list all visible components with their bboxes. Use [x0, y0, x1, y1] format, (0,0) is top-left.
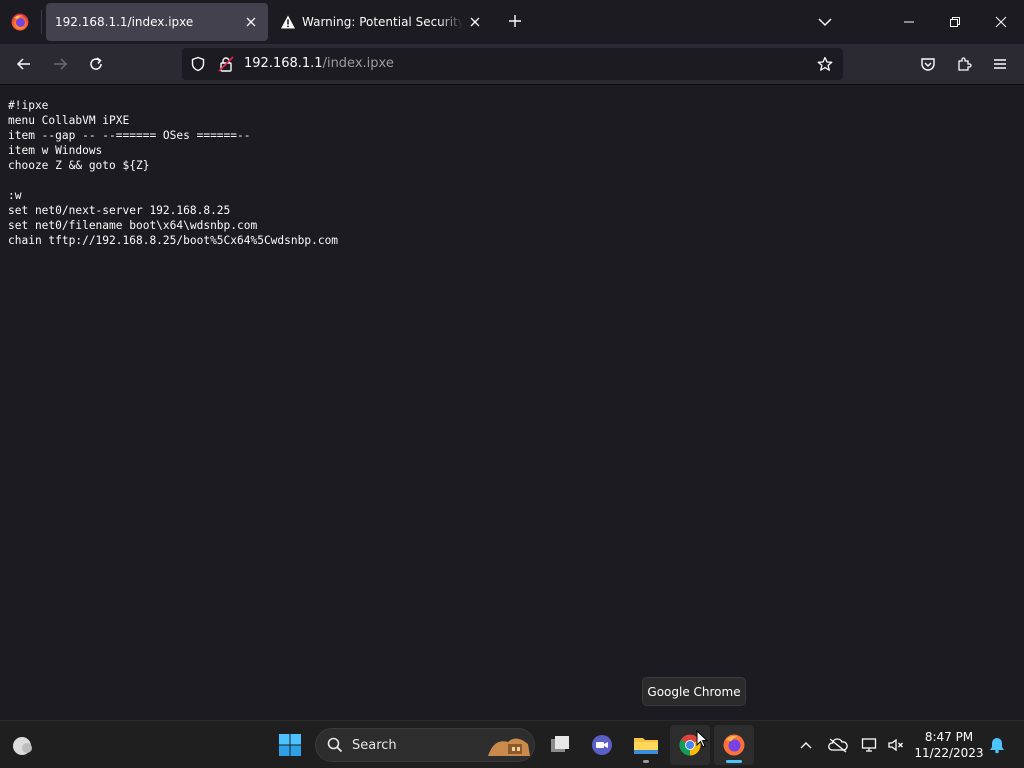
back-button[interactable]	[10, 50, 38, 78]
app-menu-button[interactable]	[986, 50, 1014, 78]
script-line: chooze Z && goto ${Z}	[8, 159, 150, 172]
plus-icon	[509, 15, 521, 27]
volume-tray-button[interactable]	[884, 733, 908, 757]
search-label: Search	[352, 738, 397, 753]
search-highlight-illustration-icon	[486, 732, 532, 762]
task-view-button[interactable]	[540, 725, 580, 765]
teams-meet-button[interactable]	[582, 725, 622, 765]
bookmark-star-icon[interactable]	[817, 56, 833, 76]
script-line: #!ipxe	[8, 99, 49, 112]
tab-title: 192.168.1.1/index.ipxe	[55, 15, 194, 29]
start-button[interactable]	[270, 725, 310, 765]
bell-icon	[990, 738, 1004, 754]
close-window-button[interactable]	[978, 0, 1024, 44]
minimize-button[interactable]	[886, 0, 932, 44]
close-icon	[995, 16, 1007, 28]
url-host: 192.168.1.1	[244, 56, 323, 71]
arrow-right-icon	[54, 58, 68, 70]
script-line: chain tftp://192.168.8.25/boot%5Cx64%5Cw…	[8, 234, 339, 247]
forward-button[interactable]	[46, 50, 74, 78]
close-tab-icon[interactable]	[463, 10, 487, 34]
start-icon	[279, 734, 301, 756]
firefox-icon	[723, 734, 745, 756]
firefox-menu-icon[interactable]	[10, 12, 30, 32]
teams-meet-icon	[592, 735, 612, 755]
minimize-icon	[904, 21, 914, 23]
taskbar-search-box[interactable]: Search	[315, 728, 535, 762]
script-line: set net0/next-server 192.168.8.25	[8, 204, 231, 217]
restore-icon	[950, 17, 960, 27]
arrow-left-icon	[16, 58, 30, 70]
clock-time: 8:47 PM	[924, 730, 974, 744]
new-tab-button[interactable]	[502, 8, 528, 34]
script-line: set net0/filename boot\x64\wdsnbp.com	[8, 219, 258, 232]
reload-icon	[90, 57, 102, 70]
url-text[interactable]: 192.168.1.1/index.ipxe	[244, 56, 394, 71]
weather-widget[interactable]	[2, 725, 42, 765]
warning-icon	[280, 14, 296, 30]
insecure-lock-icon[interactable]	[218, 56, 234, 76]
reload-button[interactable]	[82, 50, 110, 78]
tab-security-warning[interactable]: Warning: Potential Security Risk Ahead	[272, 3, 492, 41]
puzzle-icon	[958, 57, 972, 71]
hamburger-menu-icon	[994, 59, 1006, 69]
search-icon	[327, 737, 343, 757]
script-line: item --gap -- --====== OSes ======--	[8, 129, 251, 142]
script-line: :w	[8, 189, 22, 202]
windows-taskbar: Search 8:47 PM 11/22/2023	[0, 720, 1024, 768]
notifications-button[interactable]	[985, 733, 1009, 757]
close-tab-icon[interactable]	[239, 10, 263, 34]
tab-divider	[41, 10, 42, 34]
mouse-cursor-icon	[696, 730, 708, 748]
taskbar-clock[interactable]: 8:47 PM 11/22/2023	[914, 729, 984, 761]
pocket-icon	[921, 58, 935, 71]
list-all-tabs-button[interactable]	[813, 10, 837, 34]
ethernet-network-icon	[861, 738, 877, 752]
onedrive-offline-icon	[828, 738, 848, 753]
script-line: menu CollabVM iPXE	[8, 114, 130, 127]
network-tray-button[interactable]	[858, 733, 882, 757]
tab-strip: 192.168.1.1/index.ipxe Warning: Potentia…	[0, 0, 1024, 44]
volume-muted-icon	[888, 738, 903, 752]
show-hidden-icons-button[interactable]	[794, 733, 818, 757]
tracking-protection-shield-icon[interactable]	[190, 56, 206, 76]
taskbar-tooltip: Google Chrome	[642, 677, 746, 706]
page-content: #!ipxe menu CollabVM iPXE item --gap -- …	[0, 85, 1024, 720]
url-bar[interactable]: 192.168.1.1/index.ipxe	[182, 48, 843, 80]
file-explorer-button[interactable]	[626, 725, 666, 765]
file-explorer-icon	[634, 738, 658, 754]
chevron-down-icon	[818, 18, 832, 27]
ipxe-script-text: #!ipxe menu CollabVM iPXE item --gap -- …	[8, 98, 338, 248]
extensions-button[interactable]	[950, 50, 978, 78]
tab-title: Warning: Potential Security Risk Ahead	[302, 15, 463, 29]
pocket-button[interactable]	[914, 50, 942, 78]
script-line: item w Windows	[8, 144, 103, 157]
navigation-toolbar: 192.168.1.1/index.ipxe	[0, 44, 1024, 85]
onedrive-tray-button[interactable]	[826, 733, 850, 757]
restore-button[interactable]	[932, 0, 978, 44]
running-indicator	[643, 760, 649, 763]
clock-date: 11/22/2023	[914, 746, 984, 760]
task-view-icon	[551, 736, 569, 752]
chevron-up-icon	[800, 742, 812, 749]
active-indicator	[726, 760, 742, 763]
tab-index-ipxe[interactable]: 192.168.1.1/index.ipxe	[46, 3, 268, 41]
cloud-weather-icon	[13, 737, 32, 755]
url-path: /index.ipxe	[322, 56, 394, 71]
firefox-taskbar-button[interactable]	[714, 725, 754, 765]
